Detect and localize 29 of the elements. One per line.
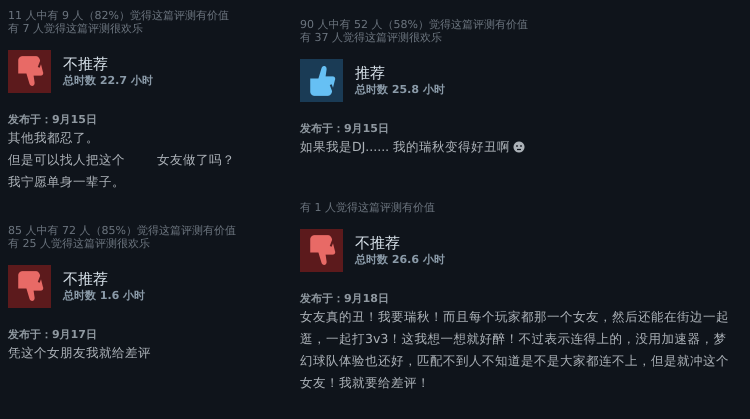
helpful-count: 有 7 人觉得这篇评测很欢乐 (8, 22, 144, 35)
review-text: 女友真的丑！我要瑞秋！而且每个玩家都那一个女友，然后还能在街边一起逛，一起打3v3！这我想一想就好醉！不过表示连得上的，没用加速器，梦幻球队体验也还好，匹配不到人不知道是不是大家都连不上，但是就冲这个女友！我就要给差评！ (300, 308, 730, 392)
playtime: 总时数 25.8 小时 (355, 83, 445, 97)
playtime: 总时数 1.6 小时 (63, 289, 146, 303)
post-date: 发布于：9月18日 (300, 291, 390, 306)
thumbs-down-icon (300, 229, 343, 272)
verdict: 不推荐 (355, 234, 401, 253)
post-date: 发布于：9月15日 (8, 112, 98, 127)
helpful-count: 有 37 人觉得这篇评测很欢乐 (300, 31, 443, 44)
helpful-count: 有 1 人觉得这篇评测有价值 (300, 201, 436, 214)
helpful-count: 11 人中有 9 人（82%）觉得这篇评测有价值 (8, 9, 230, 22)
verdict: 不推荐 (63, 270, 109, 289)
review-text: 如果我是DJ...... 我的瑞秋变得好丑啊 (300, 138, 510, 156)
helpful-count: 85 人中有 72 人（85%）觉得这篇评测有价值 (8, 224, 237, 237)
review-text: 我宁愿单身一辈子。 (8, 173, 126, 191)
helpful-count: 90 人中有 52 人（58%）觉得这篇评测有价值 (300, 18, 529, 31)
verdict: 不推荐 (63, 55, 109, 74)
review-text: 其他我都忍了。 (8, 129, 100, 147)
thumbs-down-icon (8, 50, 51, 93)
review-text: 凭这个女朋友我就给差评 (8, 344, 152, 362)
helpful-count: 有 25 人觉得这篇评测很欢乐 (8, 237, 151, 250)
thumbs-down-icon (8, 265, 51, 308)
playtime: 总时数 26.6 小时 (355, 253, 445, 267)
post-date: 发布于：9月15日 (300, 121, 390, 136)
post-date: 发布于：9月17日 (8, 327, 98, 342)
verdict: 推荐 (355, 64, 386, 83)
playtime: 总时数 22.7 小时 (63, 74, 153, 88)
thumbs-up-icon (300, 59, 343, 102)
review-text: 但是可以找人把这个 女友做了吗？ (8, 151, 236, 169)
